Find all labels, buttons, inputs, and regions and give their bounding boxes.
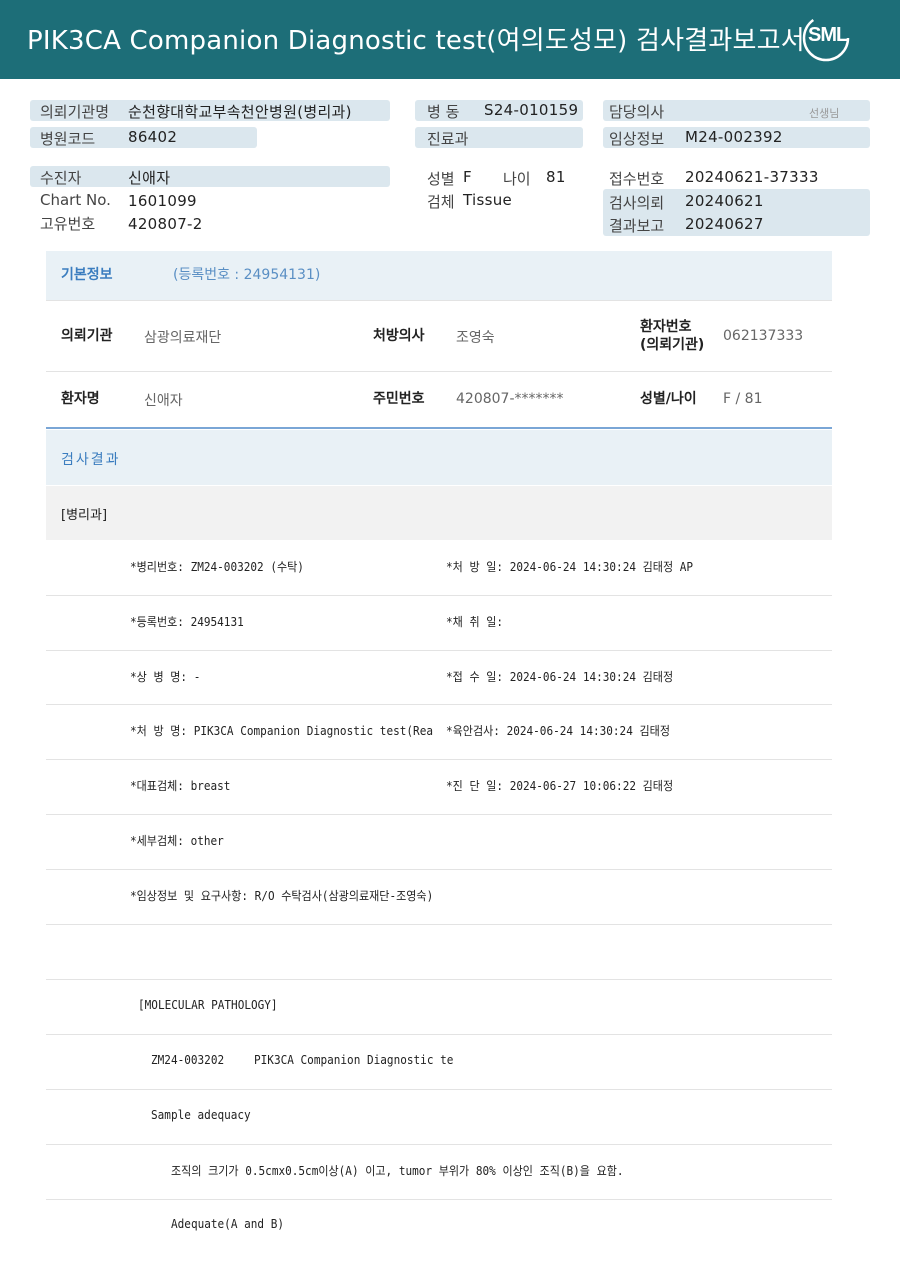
result-field-right: *육안검사: 2024-06-24 14:30:24 김태정 [446, 724, 670, 738]
logo-text: SML [808, 24, 848, 46]
ordering-org-label: 의뢰기관명 [40, 103, 110, 121]
org-label: 의뢰기관 [61, 328, 113, 344]
chart-label: Chart No. [40, 191, 111, 209]
sex-value: F [463, 168, 472, 186]
sexage-label: 성별/나이 [640, 391, 697, 407]
result-field-right: *진 단 일: 2024-06-27 10:06:22 김태정 [446, 779, 674, 793]
divider [46, 1144, 832, 1145]
result-field-left: *대표검체: breast [130, 779, 231, 793]
ward-label: 병 동 [427, 103, 460, 121]
basic-info-title: 기본정보 [61, 267, 113, 283]
sex-label: 성별 [427, 170, 455, 188]
divider [46, 979, 832, 980]
divider [46, 924, 832, 925]
report-title: PIK3CA Companion Diagnostic test(여의도성모) … [27, 26, 805, 56]
result-title: 검사결과 [61, 452, 121, 468]
result-header: 검사결과 [46, 430, 832, 485]
basic-info-subtitle: (등록번호 : 24954131) [173, 267, 321, 283]
divider [46, 814, 832, 815]
doctor-suffix: 선생님 [809, 107, 840, 120]
hospital-code-value: 86402 [128, 128, 178, 146]
divider [46, 595, 832, 596]
dept-label: [병리과] [61, 508, 108, 523]
divider [46, 300, 832, 301]
test-request-value: 20240621 [685, 192, 764, 210]
result-field-right: *처 방 일: 2024-06-24 14:30:24 김태정 AP [446, 560, 694, 574]
receipt-no-value: 20240621-37333 [685, 168, 819, 186]
org-value: 삼광의료재단 [144, 330, 222, 346]
patient-no-label-2: (의뢰기관) [640, 337, 705, 353]
divider [46, 371, 832, 372]
dept-row: [병리과] [46, 486, 832, 540]
code-line-test: PIK3CA Companion Diagnostic te [254, 1053, 454, 1067]
divider [46, 869, 832, 870]
hospital-code-label: 병원코드 [40, 130, 96, 148]
receipt-no-label: 접수번호 [609, 170, 665, 188]
result-field-left: *처 방 명: PIK3CA Companion Diagnostic test… [130, 724, 433, 738]
result-field-left: *병리번호: ZM24-003202 (수탁) [130, 560, 304, 574]
divider [46, 650, 832, 651]
report-header: PIK3CA Companion Diagnostic test(여의도성모) … [0, 0, 900, 79]
divider [46, 1034, 832, 1035]
name-label: 환자명 [61, 391, 100, 407]
sample-adequacy-heading: Sample adequacy [151, 1108, 251, 1122]
age-label: 나이 [503, 170, 531, 188]
doctor-label: 담당의사 [609, 103, 665, 121]
criteria-text: 조직의 크기가 0.5cmx0.5cm이상(A) 이고, tumor 부위가 8… [171, 1164, 624, 1178]
resident-value: 420807-******* [456, 391, 564, 407]
code-line-code: ZM24-003202 [151, 1053, 225, 1067]
age-value: 81 [546, 168, 566, 186]
chart-value: 1601099 [128, 192, 197, 210]
result-field-left: *세부검체: other [130, 834, 224, 848]
result-report-value: 20240627 [685, 215, 764, 233]
patient-bg [30, 166, 390, 187]
unique-no-value: 420807-2 [128, 215, 203, 233]
resident-label: 주민번호 [373, 391, 425, 407]
sexage-value: F / 81 [723, 391, 763, 407]
patient-no-value: 062137333 [723, 328, 804, 344]
divider [46, 1089, 832, 1090]
test-request-label: 검사의뢰 [609, 194, 665, 212]
prescriber-value: 조영숙 [456, 330, 495, 346]
specimen-value: Tissue [463, 191, 513, 209]
ward-value: S24-010159 [484, 101, 579, 119]
clinical-info-label: 임상정보 [609, 130, 665, 148]
prescriber-label: 처방의사 [373, 328, 425, 344]
divider [46, 1199, 832, 1200]
department-label: 진료과 [427, 130, 469, 148]
basic-info-header: 기본정보 (등록번호 : 24954131) [46, 251, 832, 301]
result-field-right: *접 수 일: 2024-06-24 14:30:24 김태정 [446, 670, 674, 684]
divider [46, 704, 832, 705]
patient-no-label-1: 환자번호 [640, 319, 692, 335]
result-field-left: *등록번호: 24954131 [130, 615, 244, 629]
patient-label: 수진자 [40, 169, 82, 187]
patient-value: 신애자 [128, 169, 171, 187]
result-report-label: 결과보고 [609, 217, 665, 235]
divider [46, 759, 832, 760]
name-value: 신애자 [144, 393, 183, 409]
result-field-right: *채 취 일: [446, 615, 504, 629]
clinical-info-value: M24-002392 [685, 128, 783, 146]
result-field-left: *상 병 명: - [130, 670, 201, 684]
result-field-left: *임상정보 및 요구사항: R/O 수탁검사(삼광의료재단-조영숙) [130, 889, 434, 903]
adequacy-result: Adequate(A and B) [171, 1217, 285, 1231]
unique-no-label: 고유번호 [40, 215, 96, 233]
molecular-heading: [MOLECULAR PATHOLOGY] [138, 998, 278, 1012]
specimen-label: 검체 [427, 193, 455, 211]
divider [46, 427, 832, 429]
ordering-org-value: 순천향대학교부속천안병원(병리과) [128, 103, 352, 121]
